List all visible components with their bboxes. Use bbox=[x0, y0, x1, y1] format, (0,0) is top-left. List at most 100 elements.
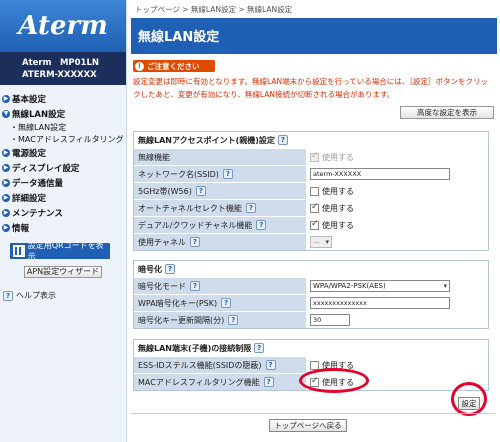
row-label: オートチャネルセレクト機能 bbox=[138, 203, 242, 213]
back-to-top-button[interactable]: トップページへ戻る bbox=[269, 419, 347, 432]
5ghz-w56-value: 使用する bbox=[306, 183, 488, 199]
ssid-value: aterm-XXXXXX bbox=[306, 166, 488, 182]
ess-id-stealth-label: ESS-IDステルス機能(SSIDの隠蔽)? bbox=[134, 357, 306, 373]
ssid-input[interactable]: aterm-XXXXXX bbox=[310, 168, 450, 180]
help-icon[interactable]: ? bbox=[221, 298, 232, 308]
help-icon[interactable]: ? bbox=[256, 220, 267, 230]
help-icon[interactable]: ? bbox=[165, 264, 175, 274]
caution-text: 設定変更は即時に有効となります。無線LAN端末から設定を行っている場合には、［設… bbox=[133, 77, 488, 99]
exclamation-icon: ! bbox=[135, 61, 144, 71]
nav-label: データ通信量 bbox=[12, 178, 64, 189]
ess-id-stealth-checkbox[interactable] bbox=[310, 360, 319, 370]
row-label: MACアドレスフィルタリング機能 bbox=[138, 377, 260, 387]
nav-power-settings[interactable]: ▶ 電源設定 bbox=[0, 145, 126, 160]
settings-row: 使用チャネル? — ▾ bbox=[134, 233, 488, 250]
settings-row: 暗号化モード? WPA/WPA2-PSK(AES) ▾ bbox=[134, 277, 488, 294]
nav-information[interactable]: ▶ 情報 bbox=[0, 220, 126, 235]
nav-advanced-settings[interactable]: ▶ 詳細設定 bbox=[0, 190, 126, 205]
access-point-section: 無線LANアクセスポイント(親機)設定 ? 無線機能 使用する ネットワーク名(… bbox=[133, 131, 489, 251]
client-restriction-section: 無線LAN端末(子機)の接続制限 ? ESS-IDステルス機能(SSIDの隠蔽)… bbox=[133, 339, 489, 391]
key-update-interval-label: 暗号化キー更新間隔(分)? bbox=[134, 312, 306, 328]
settings-row: ネットワーク名(SSID)? aterm-XXXXXX bbox=[134, 165, 488, 182]
qr-button-label: 設定用QRコードを表示 bbox=[27, 241, 104, 261]
mac-filtering-label: MACアドレスフィルタリング機能? bbox=[134, 374, 306, 390]
channel-select-value: — bbox=[313, 238, 320, 246]
dual-quad-channel-checkbox[interactable] bbox=[310, 219, 319, 230]
settings-row: デュアル/クワッドチャネル機能? 使用する bbox=[134, 216, 488, 233]
settings-row: WPA暗号化キー(PSK)? xxxxxxxxxxxxxx bbox=[134, 294, 488, 311]
sidebar-nav: ▶ 基本設定 ▼ 無線LAN設定 ・無線LAN設定 ・MACアドレスフィルタリング … bbox=[0, 85, 126, 235]
checkbox-label: 使用する bbox=[322, 220, 354, 230]
encryption-mode-label: 暗号化モード? bbox=[134, 278, 306, 294]
auto-channel-label: オートチャネルセレクト機能? bbox=[134, 200, 306, 216]
nav-maintenance[interactable]: ▶ メンテナンス bbox=[0, 205, 126, 220]
show-qr-code-button[interactable]: 設定用QRコードを表示 bbox=[10, 241, 110, 261]
wpa-key-input[interactable]: xxxxxxxxxxxxxx bbox=[310, 297, 450, 309]
key-update-interval-value: 30 bbox=[306, 312, 488, 328]
encryption-mode-select-value: WPA/WPA2-PSK(AES) bbox=[313, 282, 386, 290]
nav-sub-wireless-lan[interactable]: ・無線LAN設定 bbox=[0, 121, 126, 133]
caution-label: ご注意ください bbox=[147, 61, 200, 71]
ssid-label: ネットワーク名(SSID)? bbox=[134, 166, 306, 182]
settings-row: オートチャネルセレクト機能? 使用する bbox=[134, 199, 488, 216]
page-title: 無線LAN設定 bbox=[131, 18, 497, 54]
help-icon[interactable]: ? bbox=[222, 169, 233, 179]
wpa-key-label: WPA暗号化キー(PSK)? bbox=[134, 295, 306, 311]
help-link[interactable]: ? ヘルプ表示 bbox=[3, 290, 56, 301]
nav-data-usage[interactable]: ▶ データ通信量 bbox=[0, 175, 126, 190]
nav-arrow-icon: ▶ bbox=[2, 94, 10, 103]
row-label: 暗号化モード bbox=[138, 281, 186, 291]
apn-wizard-button[interactable]: APN設定ウィザード bbox=[24, 266, 102, 278]
nav-arrow-icon: ▶ bbox=[2, 193, 10, 202]
channel-select[interactable]: — ▾ bbox=[310, 236, 332, 248]
nav-arrow-icon: ▶ bbox=[2, 163, 10, 172]
nav-arrow-icon: ▼ bbox=[2, 109, 10, 118]
help-icon[interactable]: ? bbox=[195, 186, 206, 196]
auto-channel-checkbox[interactable] bbox=[310, 202, 319, 213]
mac-filtering-checkbox[interactable] bbox=[310, 376, 319, 387]
nav-sub-mac-filtering[interactable]: ・MACアドレスフィルタリング bbox=[0, 133, 126, 145]
breadcrumb: トップページ > 無線LAN設定 > 無線LAN設定 bbox=[135, 5, 293, 14]
settings-row: 5GHz帯(W56)? 使用する bbox=[134, 182, 488, 199]
5ghz-w56-checkbox[interactable] bbox=[310, 186, 319, 196]
help-icon[interactable]: ? bbox=[190, 281, 200, 291]
checkbox-label: 使用する bbox=[322, 377, 354, 387]
row-label: 5GHz帯(W56) bbox=[138, 186, 192, 196]
help-icon[interactable]: ? bbox=[254, 343, 265, 353]
wpa-key-value: xxxxxxxxxxxxxx bbox=[306, 295, 488, 311]
channel-value: — ▾ bbox=[306, 234, 488, 250]
row-label: ネットワーク名(SSID) bbox=[138, 169, 219, 179]
nav-wireless-lan-settings[interactable]: ▼ 無線LAN設定 bbox=[0, 106, 126, 121]
mac-filtering-value: 使用する bbox=[306, 374, 488, 390]
help-icon[interactable]: ? bbox=[245, 203, 256, 213]
help-icon[interactable]: ? bbox=[277, 135, 288, 145]
help-icon[interactable]: ? bbox=[265, 360, 276, 370]
auto-channel-value: 使用する bbox=[306, 200, 488, 216]
nav-arrow-icon: ▶ bbox=[2, 178, 10, 187]
key-update-interval-input[interactable]: 30 bbox=[310, 314, 350, 326]
help-link-label: ヘルプ表示 bbox=[16, 291, 56, 300]
settings-row: 暗号化キー更新間隔(分)? 30 bbox=[134, 311, 488, 328]
help-icon[interactable]: ? bbox=[189, 237, 200, 247]
dual-quad-channel-value: 使用する bbox=[306, 217, 488, 233]
checkbox-label: 使用する bbox=[322, 360, 354, 370]
nav-display-settings[interactable]: ▶ ディスプレイ設定 bbox=[0, 160, 126, 175]
settings-button[interactable]: 設定 bbox=[458, 397, 480, 410]
help-icon[interactable]: ? bbox=[263, 377, 274, 387]
help-icon[interactable]: ? bbox=[228, 315, 239, 325]
wireless-function-value: 使用する bbox=[306, 149, 488, 165]
show-advanced-settings-button[interactable]: 高度な設定を表示 bbox=[400, 106, 494, 119]
nav-label: ディスプレイ設定 bbox=[12, 163, 80, 174]
row-label: 使用チャネル bbox=[138, 237, 186, 247]
encryption-mode-select[interactable]: WPA/WPA2-PSK(AES) ▾ bbox=[310, 280, 450, 292]
nav-label: 無線LAN設定 bbox=[12, 109, 66, 120]
channel-label: 使用チャネル? bbox=[134, 234, 306, 250]
model-info: Aterm MP01LN ATERM-XXXXXX bbox=[0, 52, 126, 85]
row-label: デュアル/クワッドチャネル機能 bbox=[138, 220, 253, 230]
help-icon: ? bbox=[3, 290, 13, 301]
settings-row: MACアドレスフィルタリング機能? 使用する bbox=[134, 373, 488, 390]
wireless-function-checkbox[interactable] bbox=[310, 151, 319, 162]
nav-basic-settings[interactable]: ▶ 基本設定 bbox=[0, 91, 126, 106]
nav-arrow-icon: ▶ bbox=[2, 223, 10, 232]
section-header: 無線LAN端末(子機)の接続制限 ? bbox=[134, 340, 488, 356]
